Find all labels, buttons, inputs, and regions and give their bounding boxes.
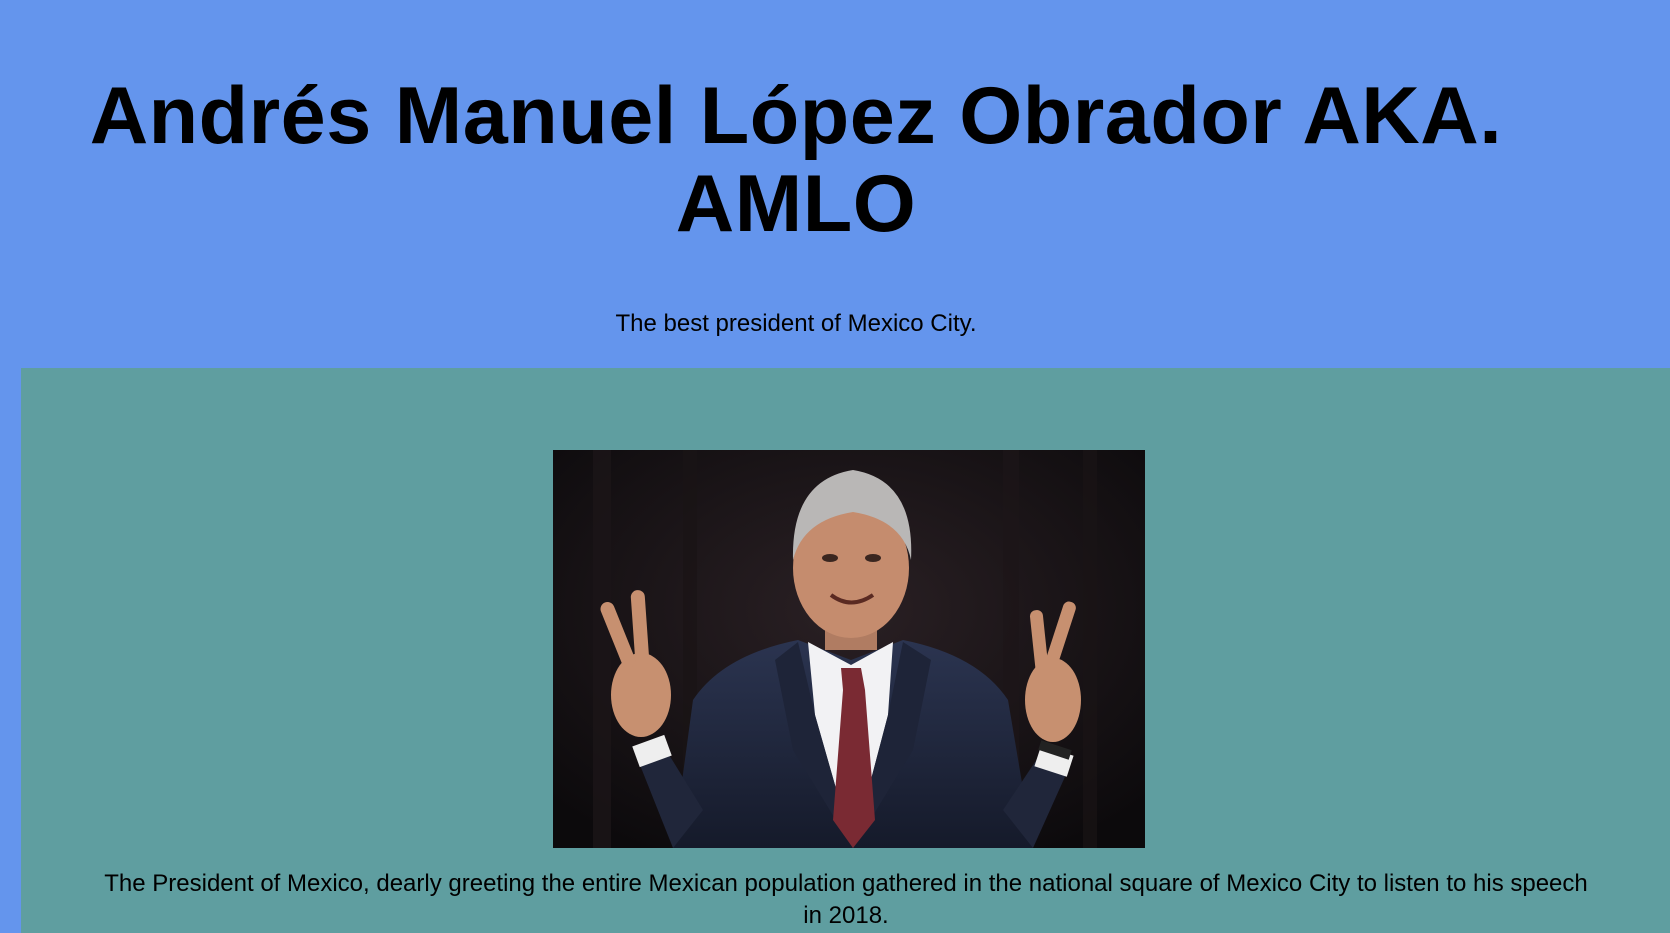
photo-caption: The President of Mexico, dearly greeting… [104, 870, 1588, 929]
page-title: Andrés Manuel López Obrador AKA. AMLO [89, 71, 1503, 249]
left-eye [822, 554, 838, 562]
curtain-fold [593, 450, 611, 848]
main-section: The President of Mexico, dearly greeting… [21, 368, 1670, 933]
curtain-fold [1083, 450, 1097, 848]
president-photo [553, 450, 1145, 848]
right-eye [865, 554, 881, 562]
page-tagline: The best president of Mexico City. [615, 310, 977, 337]
